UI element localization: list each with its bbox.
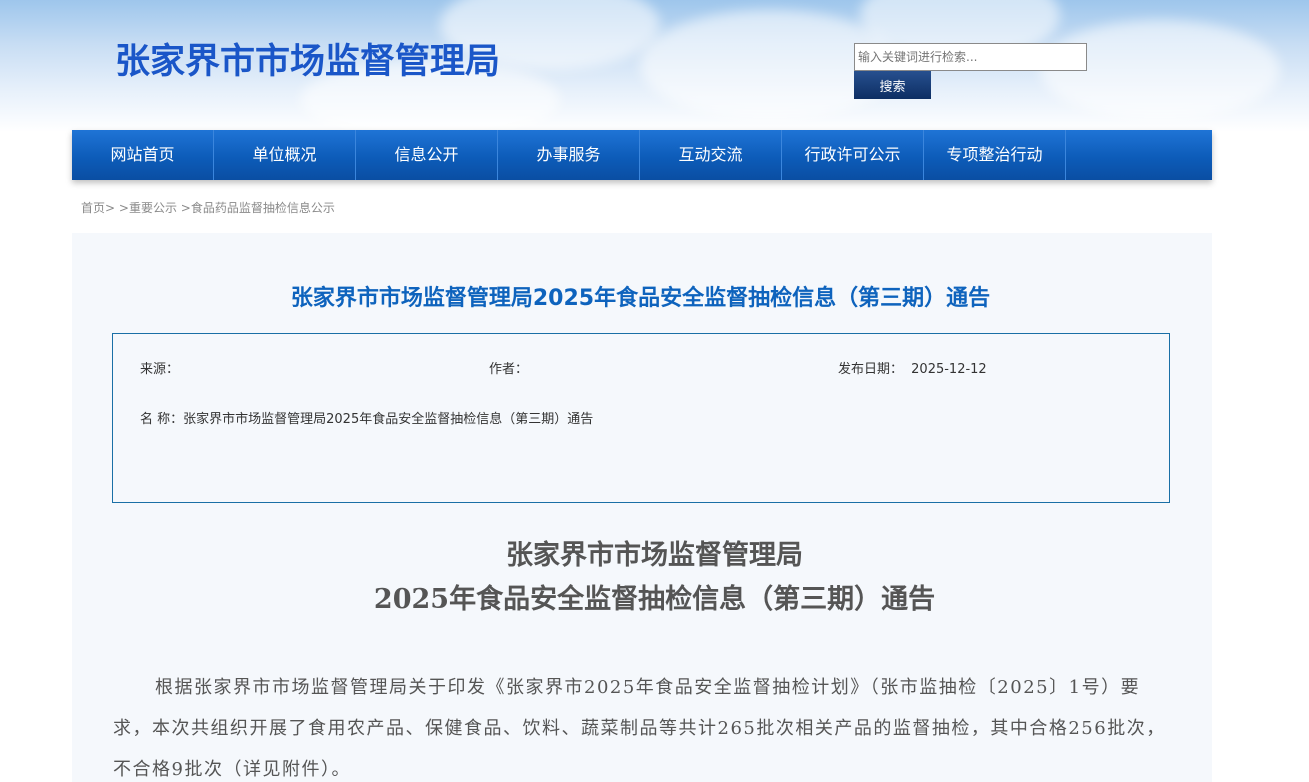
publish-date-label: 发布日期： xyxy=(838,362,904,377)
source-label: 来源： xyxy=(140,362,180,377)
name-value: 张家界市市场监督管理局2025年食品安全监督抽检信息（第三期）通告 xyxy=(183,412,594,427)
nav-item-services[interactable]: 办事服务 xyxy=(498,130,640,180)
author-label: 作者： xyxy=(489,362,529,377)
name-label: 名 称： xyxy=(140,412,184,427)
publish-date-field: 发布日期： 2025-12-12 xyxy=(838,358,987,377)
breadcrumb-food-drug-inspection[interactable]: >食品药品监督抽检信息公示 xyxy=(181,201,335,215)
nav-item-home[interactable]: 网站首页 xyxy=(72,130,214,180)
search-input[interactable] xyxy=(854,43,1087,71)
document-title-line-2: 2025年食品安全监督抽检信息（第三期）通告 xyxy=(373,584,936,615)
author-field: 作者： xyxy=(489,358,528,377)
breadcrumb-important-notice[interactable]: >重要公示 xyxy=(119,201,177,215)
site-title: 张家界市市场监督管理局 xyxy=(115,42,501,82)
article-paragraph: 根据张家界市市场监督管理局关于印发《张家界市2025年食品安全监督抽检计划》（张… xyxy=(113,677,1166,780)
article-info-box: 来源： 作者： 发布日期： 2025-12-12 名 称：张家界市市场监督管理局… xyxy=(112,333,1170,503)
nav-item-permit-notice[interactable]: 行政许可公示 xyxy=(782,130,924,180)
nav-item-interaction[interactable]: 互动交流 xyxy=(640,130,782,180)
search-button[interactable]: 搜索 xyxy=(854,71,931,99)
publish-date-value: 2025-12-12 xyxy=(911,362,987,377)
breadcrumb-home[interactable]: 首页> xyxy=(81,201,115,215)
document-title-line-1: 张家界市市场监督管理局 xyxy=(506,540,803,571)
nav-item-info-disclosure[interactable]: 信息公开 xyxy=(356,130,498,180)
breadcrumb: 首页> >重要公示 >食品药品监督抽检信息公示 xyxy=(81,199,335,216)
source-field: 来源： xyxy=(140,358,179,377)
main-nav: 网站首页 单位概况 信息公开 办事服务 互动交流 行政许可公示 专项整治行动 xyxy=(72,130,1212,180)
nav-item-overview[interactable]: 单位概况 xyxy=(214,130,356,180)
article-title: 张家界市市场监督管理局2025年食品安全监督抽检信息（第三期）通告 xyxy=(290,286,991,311)
name-field: 名 称：张家界市市场监督管理局2025年食品安全监督抽检信息（第三期）通告 xyxy=(140,408,593,427)
nav-item-special-action[interactable]: 专项整治行动 xyxy=(924,130,1066,180)
